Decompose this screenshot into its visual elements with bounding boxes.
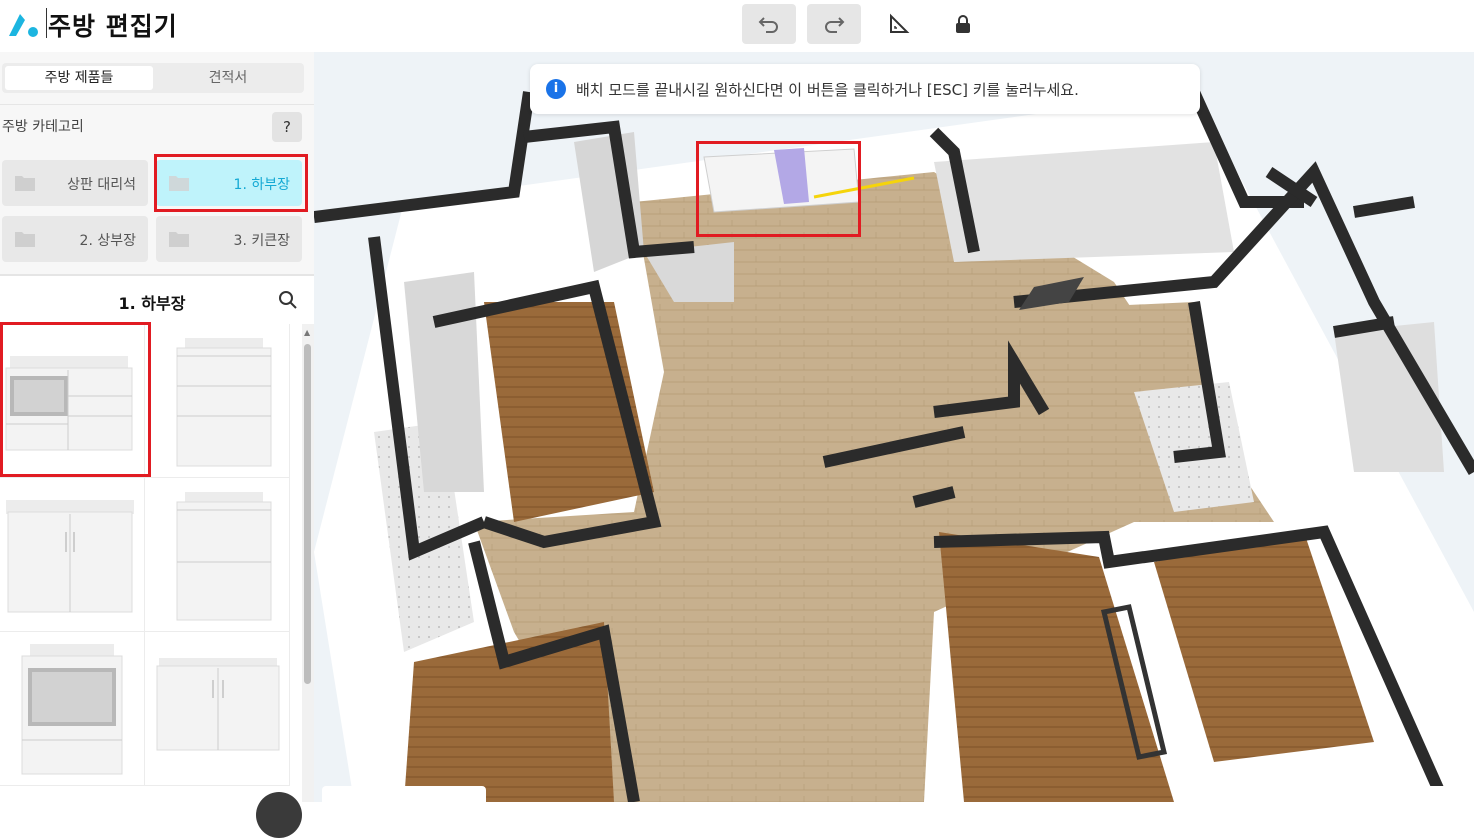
info-icon: i <box>546 79 566 99</box>
divider <box>0 104 314 105</box>
search-icon[interactable] <box>278 290 298 310</box>
undo-button[interactable] <box>742 4 796 44</box>
floorplan-3d-view <box>314 89 1474 802</box>
undo-icon <box>758 17 778 33</box>
product-item[interactable] <box>0 478 145 632</box>
redo-button[interactable] <box>807 4 861 44</box>
cabinet-wide-two-doors-image <box>156 658 280 751</box>
help-button[interactable]: ? <box>272 112 302 142</box>
category-label-text: 2. 상부장 <box>79 233 136 249</box>
notice-text: 배치 모드를 끝내시길 원하신다면 이 버튼을 클릭하거나 [ESC] 키를 눌… <box>576 81 1079 99</box>
sidebar-tabs: 주방 제품들 견적서 <box>2 63 304 93</box>
ruler-button[interactable] <box>872 4 926 44</box>
lock-button[interactable] <box>936 4 990 44</box>
tab-estimate[interactable]: 견적서 <box>154 66 302 90</box>
floating-action-button[interactable] <box>256 792 302 838</box>
tab-kitchen-products[interactable]: 주방 제품들 <box>5 66 153 90</box>
category-label-text: 상판 대리석 <box>67 177 136 193</box>
category-label: 주방 카테고리 <box>2 119 84 135</box>
cabinet-three-drawers-image <box>176 338 272 467</box>
category-countertop[interactable]: 상판 대리석 <box>2 160 148 206</box>
product-item[interactable] <box>145 478 290 632</box>
cabinet-two-drawers-image <box>176 492 272 621</box>
placement-mode-notice[interactable]: i 배치 모드를 끝내시길 원하신다면 이 버튼을 클릭하거나 [ESC] 키를… <box>530 64 1200 114</box>
scroll-up-icon[interactable]: ▲ <box>304 328 310 337</box>
redo-icon <box>825 17 845 33</box>
cabinet-two-doors-image <box>6 500 134 613</box>
category-lower-cabinet[interactable]: 1. 하부장 <box>156 160 302 206</box>
app-logo-icon <box>9 14 38 37</box>
product-list-title: 1. 하부장 <box>118 294 186 313</box>
category-tall-cabinet[interactable]: 3. 키큰장 <box>156 216 302 262</box>
product-list-scrollbar[interactable]: ▲ <box>302 324 314 802</box>
text-cursor <box>46 8 47 38</box>
product-grid <box>0 324 302 802</box>
sidebar: 주방 제품들 견적서 주방 카테고리 ? 상판 대리석 1. 하부장 2. 상부… <box>0 52 314 838</box>
view-controls[interactable] <box>1296 786 1474 802</box>
folder-icon <box>15 176 35 191</box>
floorplan-canvas[interactable]: i 배치 모드를 끝내시길 원하신다면 이 버튼을 클릭하거나 [ESC] 키를… <box>314 52 1474 802</box>
product-item[interactable] <box>145 632 290 786</box>
product-list-header: 1. 하부장 <box>0 274 314 327</box>
product-item[interactable] <box>0 632 145 786</box>
cabinet-open-drawers-image <box>5 356 133 451</box>
app-header: 주방 편집기 <box>0 0 1474 52</box>
view-toolbar[interactable] <box>322 786 486 802</box>
cabinet-oven-housing-image <box>21 644 123 775</box>
product-item[interactable] <box>0 324 145 478</box>
ruler-icon <box>890 13 910 33</box>
category-label-text: 1. 하부장 <box>233 177 290 193</box>
folder-icon <box>15 232 35 247</box>
scrollbar-thumb[interactable] <box>304 344 311 684</box>
category-upper-cabinet[interactable]: 2. 상부장 <box>2 216 148 262</box>
folder-icon <box>169 176 189 191</box>
folder-icon <box>169 232 189 247</box>
product-item[interactable] <box>145 324 290 478</box>
app-title: 주방 편집기 <box>48 12 178 41</box>
category-label-text: 3. 키큰장 <box>233 233 290 249</box>
lock-icon <box>956 15 970 33</box>
